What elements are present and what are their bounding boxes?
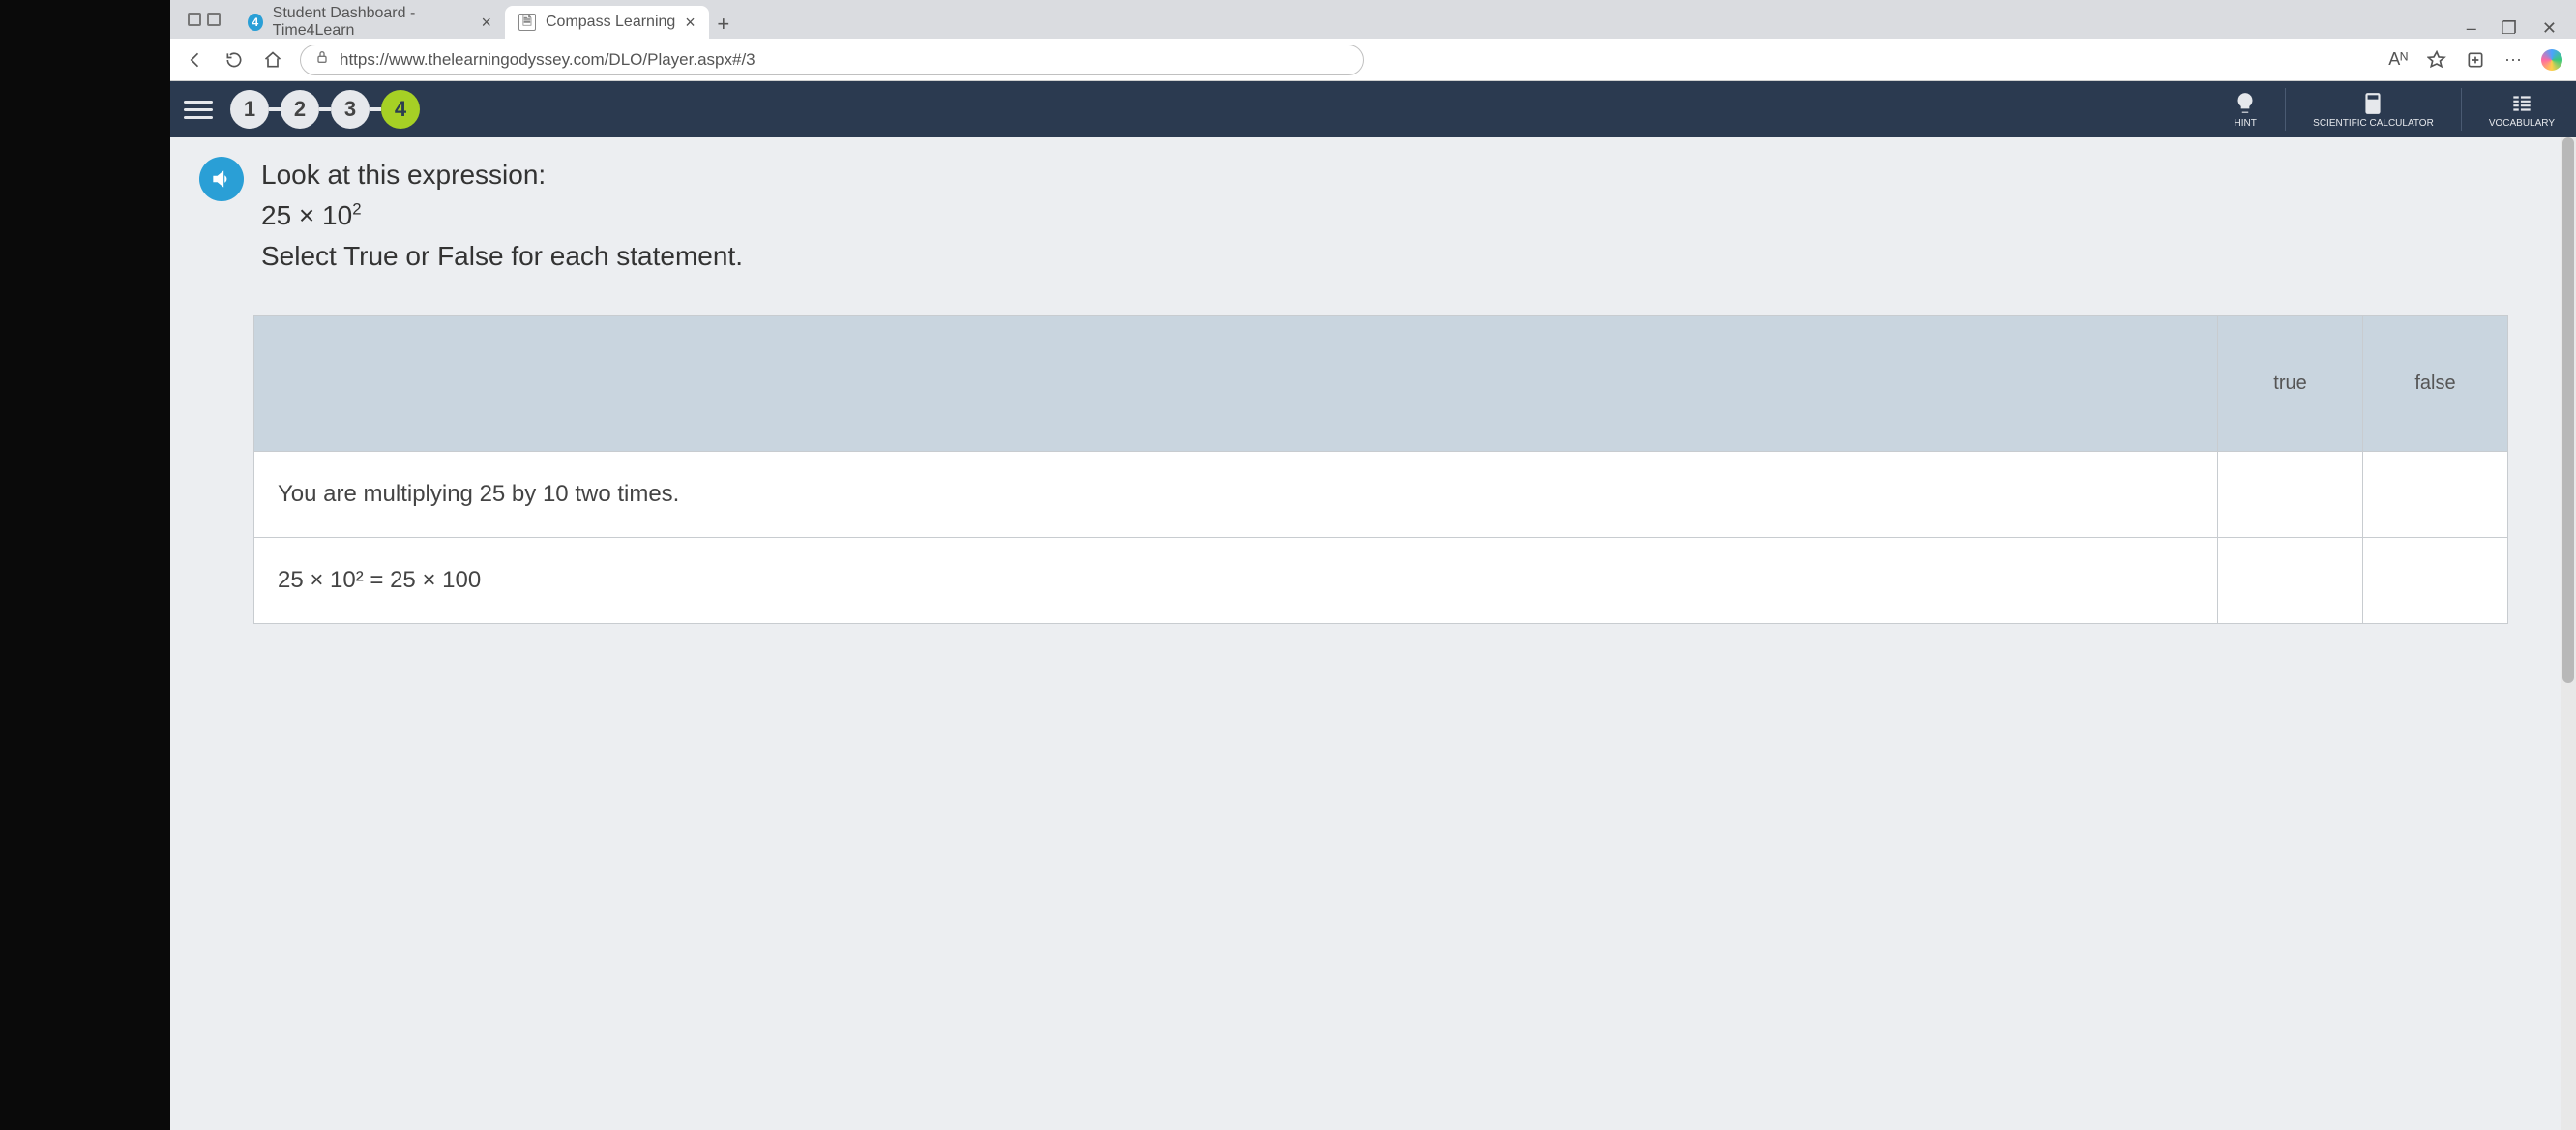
play-audio-button[interactable] (199, 157, 244, 201)
calculator-button[interactable]: SCIENTIFIC CALCULATOR (2305, 91, 2442, 129)
tab-time4learning[interactable]: 4 Student Dashboard - Time4Learn × (234, 6, 505, 39)
table-row: 25 × 10² = 25 × 100 (254, 538, 2507, 623)
hint-button[interactable]: HINT (2225, 91, 2265, 129)
step-connector (370, 107, 381, 111)
question-line-1: Look at this expression: (261, 155, 743, 195)
window-controls: – ❐ ✕ (2467, 18, 2576, 39)
step-2[interactable]: 2 (281, 90, 319, 129)
divider (2285, 88, 2286, 131)
window-square-icon (188, 13, 201, 26)
calculator-label: SCIENTIFIC CALCULATOR (2313, 118, 2434, 129)
step-connector (269, 107, 281, 111)
step-indicator: 1 2 3 4 (230, 90, 420, 129)
header-false-cell: false (2362, 316, 2507, 451)
address-bar-row: https://www.thelearningodyssey.com/DLO/P… (170, 39, 2576, 81)
more-button[interactable]: ··· (2504, 49, 2522, 70)
vocabulary-button[interactable]: VOCABULARY (2481, 91, 2562, 129)
header-statement-cell (254, 316, 2217, 451)
question-header: Look at this expression: 25 × 102 Select… (199, 155, 2547, 277)
close-icon[interactable]: × (481, 13, 491, 33)
browser-window: 4 Student Dashboard - Time4Learn × 🗎 Com… (170, 0, 2576, 1130)
tab-strip: 4 Student Dashboard - Time4Learn × 🗎 Com… (170, 0, 2576, 39)
step-connector (319, 107, 331, 111)
statement-cell: 25 × 10² = 25 × 100 (254, 538, 2217, 623)
tab-compass-learning[interactable]: 🗎 Compass Learning × (505, 6, 709, 39)
vocabulary-label: VOCABULARY (2489, 118, 2555, 129)
address-bar[interactable]: https://www.thelearningodyssey.com/DLO/P… (300, 45, 1364, 75)
expression-base: 25 × 10 (261, 200, 352, 230)
step-3[interactable]: 3 (331, 90, 370, 129)
copilot-icon (2541, 49, 2562, 71)
refresh-button[interactable] (222, 48, 246, 72)
app-toolbar: 1 2 3 4 HINT SCIENTIFIC CALCULATOR (170, 81, 2576, 137)
true-option[interactable] (2217, 538, 2362, 623)
maximize-button[interactable]: ❐ (2502, 18, 2517, 39)
home-button[interactable] (261, 48, 284, 72)
favorite-button[interactable] (2427, 50, 2446, 70)
true-false-table: true false You are multiplying 25 by 10 … (253, 315, 2508, 624)
address-bar-right: Aᴺ ··· (2388, 49, 2562, 71)
divider (2461, 88, 2462, 131)
close-icon[interactable]: × (685, 13, 696, 33)
lock-icon (314, 49, 330, 70)
back-button[interactable] (184, 48, 207, 72)
step-4[interactable]: 4 (381, 90, 420, 129)
question-expression: 25 × 102 (261, 195, 743, 236)
question-instruction: Select True or False for each statement. (261, 236, 743, 277)
content-area: Look at this expression: 25 × 102 Select… (170, 137, 2576, 1130)
step-1[interactable]: 1 (230, 90, 269, 129)
statement-cell: You are multiplying 25 by 10 two times. (254, 452, 2217, 537)
copilot-button[interactable] (2541, 49, 2562, 71)
menu-button[interactable] (184, 101, 213, 119)
close-window-button[interactable]: ✕ (2542, 18, 2557, 39)
new-tab-button[interactable]: + (709, 10, 738, 39)
scrollbar-thumb[interactable] (2562, 137, 2574, 683)
collections-button[interactable] (2466, 50, 2485, 70)
tab-title: Compass Learning (546, 14, 675, 31)
url-text: https://www.thelearningodyssey.com/DLO/P… (340, 50, 755, 70)
question-text: Look at this expression: 25 × 102 Select… (261, 155, 743, 277)
hint-label: HINT (2234, 118, 2256, 129)
window-square-icon (207, 13, 221, 26)
window-tab-icons (174, 0, 234, 39)
app-toolbar-right: HINT SCIENTIFIC CALCULATOR VOCABULARY (2225, 88, 2562, 131)
vertical-scrollbar[interactable] (2561, 137, 2576, 1130)
header-true-cell: true (2217, 316, 2362, 451)
true-option[interactable] (2217, 452, 2362, 537)
tab-title: Student Dashboard - Time4Learn (273, 5, 472, 40)
text-size-button[interactable]: Aᴺ (2388, 49, 2408, 70)
document-icon: 🗎 (518, 14, 536, 31)
table-row: You are multiplying 25 by 10 two times. (254, 452, 2507, 538)
minimize-button[interactable]: – (2467, 18, 2476, 39)
tab-favicon-icon: 4 (248, 14, 263, 31)
false-option[interactable] (2362, 452, 2507, 537)
expression-exponent: 2 (352, 200, 361, 219)
table-header-row: true false (254, 316, 2507, 452)
false-option[interactable] (2362, 538, 2507, 623)
